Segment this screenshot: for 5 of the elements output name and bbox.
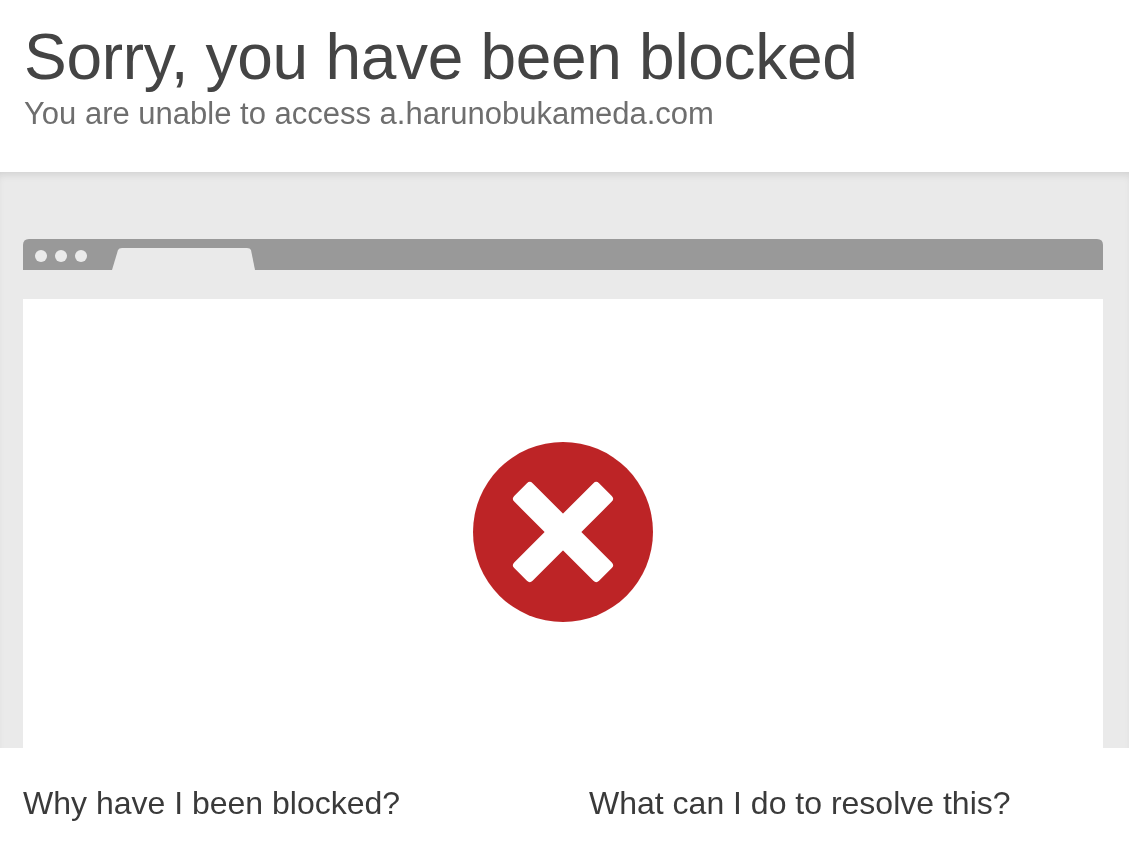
- section-heading: Why have I been blocked?: [23, 784, 401, 822]
- error-x-icon: [472, 441, 653, 622]
- page-title: Sorry, you have been blocked: [24, 20, 858, 94]
- page-subtitle: You are unable to access a.harunobukameda.com: [24, 95, 714, 133]
- section-heading: What can I do to resolve this?: [589, 784, 1011, 822]
